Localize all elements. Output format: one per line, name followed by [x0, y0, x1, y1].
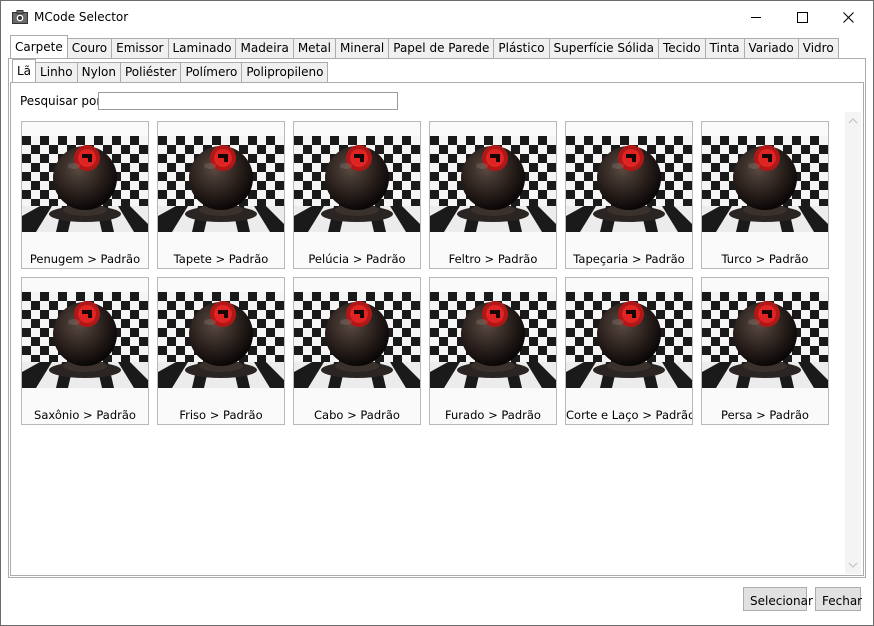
scroll-up-arrow-icon[interactable] — [848, 116, 858, 126]
search-label: Pesquisar por: — [20, 94, 106, 108]
tab-tecido[interactable]: Tecido — [657, 38, 706, 58]
material-card[interactable]: Friso > Padrão — [157, 277, 285, 425]
material-card-label: Corte e Laço > Padrão — [566, 408, 693, 422]
material-card-label: Friso > Padrão — [179, 408, 263, 422]
material-preview-image — [566, 136, 692, 232]
tab-mineral[interactable]: Mineral — [334, 38, 390, 58]
material-preview-image — [294, 292, 420, 388]
material-preview-image — [430, 292, 556, 388]
material-preview-image — [294, 136, 420, 232]
material-card-label: Tapete > Padrão — [173, 252, 269, 266]
material-card-label: Persa > Padrão — [721, 408, 809, 422]
material-card[interactable]: Cabo > Padrão — [293, 277, 421, 425]
material-preview-image — [22, 292, 148, 388]
material-card[interactable]: Corte e Laço > Padrão — [565, 277, 693, 425]
material-grid: Penugem > Padrão Tapete > Padrão Pelúcia >… — [20, 120, 840, 560]
maximize-icon — [796, 11, 808, 23]
tab-laminado[interactable]: Laminado — [167, 38, 237, 58]
material-card[interactable]: Turco > Padrão — [701, 121, 829, 269]
tab-carpete[interactable]: Carpete — [10, 35, 68, 58]
maximize-button[interactable] — [779, 1, 825, 33]
material-card-label: Cabo > Padrão — [314, 408, 400, 422]
subtab-la[interactable]: Lã — [12, 59, 37, 82]
category-tabs: Carpete Couro Emissor Laminado Madeira Metal M… — [10, 35, 839, 59]
close-button[interactable] — [825, 1, 871, 33]
material-preview-image — [702, 136, 828, 232]
material-preview-image — [566, 292, 692, 388]
material-card[interactable]: Tapeçaria > Padrão — [565, 121, 693, 269]
material-preview-image — [22, 136, 148, 232]
vertical-scrollbar[interactable] — [845, 112, 861, 574]
material-card[interactable]: Feltro > Padrão — [429, 121, 557, 269]
material-preview-image — [430, 136, 556, 232]
subtab-nylon[interactable]: Nylon — [76, 62, 121, 82]
close-dialog-button[interactable]: Fechar — [815, 587, 862, 611]
material-card[interactable]: Saxônio > Padrão — [21, 277, 149, 425]
scroll-down-arrow-icon[interactable] — [848, 560, 858, 570]
material-card-label: Saxônio > Padrão — [34, 408, 136, 422]
tab-superficie-solida[interactable]: Superfície Sólida — [548, 38, 659, 58]
subtab-polimero[interactable]: Polímero — [180, 62, 243, 82]
subtab-polipropileno[interactable]: Polipropileno — [241, 62, 329, 82]
tab-emissor[interactable]: Emissor — [111, 38, 169, 58]
tab-papel-de-parede[interactable]: Papel de Parede — [388, 38, 495, 58]
tab-madeira[interactable]: Madeira — [235, 38, 294, 58]
material-preview-image — [158, 292, 284, 388]
material-card-label: Penugem > Padrão — [29, 252, 141, 266]
tab-vidro[interactable]: Vidro — [797, 38, 839, 58]
tab-variado[interactable]: Variado — [743, 38, 799, 58]
select-button[interactable]: Selecionar — [743, 587, 813, 611]
material-card[interactable]: Tapete > Padrão — [157, 121, 285, 269]
material-card[interactable]: Persa > Padrão — [701, 277, 829, 425]
subcategory-tabs: Lã Linho Nylon Poliéster Polímero Polipropile… — [12, 59, 329, 83]
subtab-linho[interactable]: Linho — [35, 62, 78, 82]
title-bar: MCode Selector — [1, 1, 873, 33]
material-card-label: Pelúcia > Padrão — [308, 252, 406, 266]
minimize-button[interactable] — [733, 1, 779, 33]
material-card[interactable]: Pelúcia > Padrão — [293, 121, 421, 269]
close-icon — [842, 11, 854, 23]
material-card-label: Tapeçaria > Padrão — [573, 252, 685, 266]
material-card[interactable]: Furado > Padrão — [429, 277, 557, 425]
material-card-label: Furado > Padrão — [445, 408, 541, 422]
tab-metal[interactable]: Metal — [292, 38, 336, 58]
minimize-icon — [751, 17, 761, 18]
material-card-label: Feltro > Padrão — [448, 252, 538, 266]
app-icon — [12, 10, 28, 24]
tab-tinta[interactable]: Tinta — [704, 38, 745, 58]
material-card[interactable]: Penugem > Padrão — [21, 121, 149, 269]
window-title: MCode Selector — [34, 10, 129, 24]
material-preview-image — [702, 292, 828, 388]
search-input[interactable] — [98, 92, 398, 110]
subtab-poliester[interactable]: Poliéster — [119, 62, 182, 82]
tab-couro[interactable]: Couro — [66, 38, 113, 58]
material-preview-image — [158, 136, 284, 232]
tab-plastico[interactable]: Plástico — [493, 38, 550, 58]
material-card-label: Turco > Padrão — [721, 252, 809, 266]
